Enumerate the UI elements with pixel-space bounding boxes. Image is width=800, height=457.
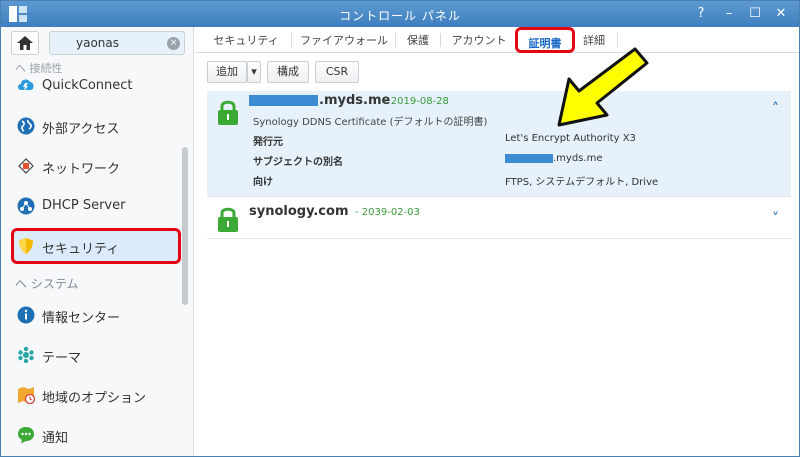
field-usage-value: FTPS, システムデフォルト, Drive bbox=[505, 177, 659, 188]
tab-account[interactable]: アカウント bbox=[449, 32, 509, 50]
maximize-button[interactable]: ☐ bbox=[745, 4, 765, 24]
redacted-san bbox=[505, 154, 553, 163]
tab-divider bbox=[395, 33, 396, 47]
control-panel-window: コントロール パネル ? – ☐ ✕ yaonas ⨯ ヘ 接続性 QuickC… bbox=[0, 0, 800, 457]
sidebar-item-label: QuickConnect bbox=[42, 78, 133, 93]
window-title: コントロール パネル bbox=[339, 9, 461, 23]
sidebar-item-info-center[interactable]: 情報センター bbox=[11, 297, 181, 333]
title-bar: コントロール パネル ? – ☐ ✕ bbox=[1, 1, 799, 27]
field-san-value: .myds.me bbox=[553, 153, 603, 164]
notification-icon bbox=[18, 427, 34, 444]
certificate-row-myds[interactable]: .myds.me - 2019-08-28 Synology DDNS Cert… bbox=[207, 91, 791, 197]
home-icon bbox=[17, 36, 33, 50]
globe-icon bbox=[17, 117, 35, 135]
cert-expiry-date: - 2039-02-03 bbox=[355, 207, 420, 218]
quickconnect-icon bbox=[18, 79, 34, 91]
minimize-button[interactable]: – bbox=[719, 4, 739, 24]
sidebar: yaonas ⨯ ヘ 接続性 QuickConnect 外部アクセス ネットワー… bbox=[1, 27, 194, 456]
sidebar-item-label: 通知 bbox=[42, 431, 69, 446]
cert-expiry-date: - 2019-08-28 bbox=[384, 96, 449, 107]
tab-bar: セキュリティ ファイアウォール 保護 アカウント 証明書 詳細 bbox=[195, 27, 799, 53]
shield-icon bbox=[19, 238, 33, 254]
home-button[interactable] bbox=[11, 31, 39, 55]
sidebar-item-theme[interactable]: テーマ bbox=[11, 337, 181, 373]
sidebar-item-label: 情報センター bbox=[42, 311, 121, 326]
help-button[interactable]: ? bbox=[691, 4, 711, 24]
csr-button[interactable]: CSR bbox=[315, 61, 359, 83]
sidebar-item-dhcp-server[interactable]: DHCP Server bbox=[11, 188, 181, 224]
sidebar-scrollbar[interactable] bbox=[182, 147, 188, 305]
field-issuer-value: Let's Encrypt Authority X3 bbox=[505, 133, 636, 144]
tab-divider bbox=[291, 33, 292, 47]
sidebar-item-label: DHCP Server bbox=[42, 198, 126, 213]
certificate-row-synology[interactable]: synology.com - 2039-02-03 ˅ bbox=[207, 199, 791, 239]
region-icon bbox=[18, 387, 35, 404]
sidebar-item-notification[interactable]: 通知 bbox=[11, 417, 181, 453]
sidebar-item-external-access[interactable]: 外部アクセス bbox=[11, 108, 181, 144]
sidebar-item-label: テーマ bbox=[42, 351, 82, 366]
tab-divider bbox=[440, 33, 441, 47]
sidebar-item-label: 外部アクセス bbox=[42, 122, 120, 137]
configure-button[interactable]: 構成 bbox=[267, 61, 309, 83]
tab-firewall[interactable]: ファイアウォール bbox=[299, 32, 389, 50]
lock-icon bbox=[218, 207, 238, 232]
section-system[interactable]: ヘ システム bbox=[15, 275, 78, 292]
dhcp-icon bbox=[17, 197, 35, 215]
add-dropdown-button[interactable]: ▾ bbox=[247, 61, 261, 83]
sidebar-item-label: セキュリティ bbox=[42, 242, 120, 257]
main-panel: セキュリティ ファイアウォール 保護 アカウント 証明書 詳細 追加 ▾ 構成 … bbox=[195, 27, 799, 456]
sidebar-item-quickconnect[interactable]: QuickConnect bbox=[11, 68, 181, 104]
tab-security[interactable]: セキュリティ bbox=[209, 32, 283, 50]
clear-search-icon[interactable]: ⨯ bbox=[167, 37, 180, 50]
field-san-label: サブジェクトの別名 bbox=[253, 157, 343, 168]
sidebar-item-label: ネットワーク bbox=[42, 162, 121, 177]
expand-chevron-icon[interactable]: ˅ bbox=[772, 211, 779, 227]
cert-domain: synology.com bbox=[249, 204, 349, 219]
cert-description: Synology DDNS Certificate (デフォルトの証明書) bbox=[253, 117, 488, 128]
palette-icon bbox=[18, 346, 34, 364]
lock-icon bbox=[218, 100, 238, 125]
cert-domain: .myds.me bbox=[319, 93, 391, 108]
add-button[interactable]: 追加 bbox=[207, 61, 247, 83]
info-icon bbox=[17, 306, 35, 324]
field-usage-label: 向け bbox=[253, 177, 273, 188]
sidebar-item-regional-options[interactable]: 地域のオプション bbox=[11, 377, 181, 413]
network-icon bbox=[18, 158, 34, 174]
redacted-domain bbox=[249, 95, 318, 106]
sidebar-item-label: 地域のオプション bbox=[42, 391, 147, 406]
sidebar-item-security[interactable]: セキュリティ bbox=[11, 228, 181, 264]
search-input[interactable]: yaonas ⨯ bbox=[49, 31, 185, 55]
annotation-arrow-icon bbox=[557, 47, 649, 127]
search-value: yaonas bbox=[76, 36, 120, 50]
field-issuer-label: 発行元 bbox=[253, 137, 283, 148]
collapse-chevron-icon[interactable]: ˄ bbox=[772, 101, 779, 117]
close-button[interactable]: ✕ bbox=[771, 4, 791, 24]
sidebar-item-network[interactable]: ネットワーク bbox=[11, 148, 181, 184]
tab-protection[interactable]: 保護 bbox=[403, 32, 433, 50]
